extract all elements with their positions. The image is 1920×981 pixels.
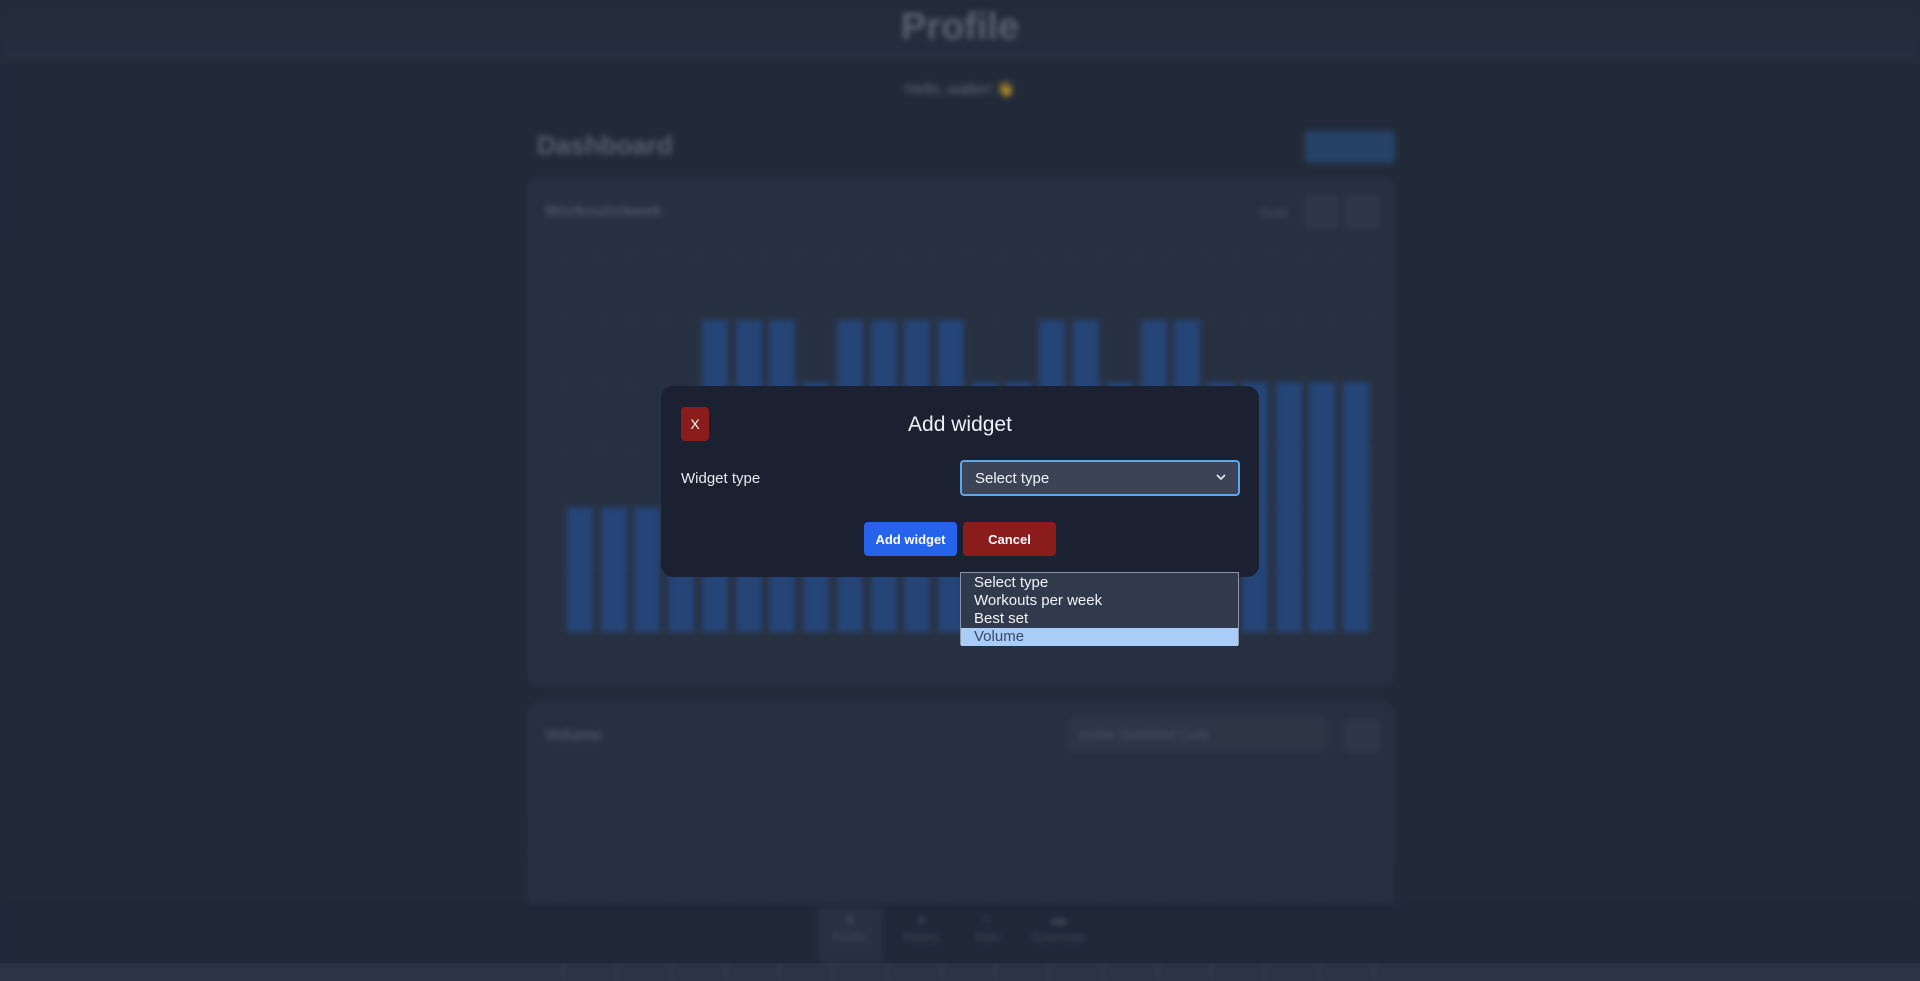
add-widget-modal: X Add widget Widget type Select type Add…	[661, 386, 1259, 577]
widget-type-options: Select type Workouts per week Best set V…	[960, 572, 1239, 646]
option-workouts-per-week[interactable]: Workouts per week	[961, 592, 1238, 610]
cancel-button[interactable]: Cancel	[963, 522, 1056, 556]
option-volume[interactable]: Volume	[961, 628, 1238, 646]
widget-type-label: Widget type	[681, 470, 761, 487]
option-best-set[interactable]: Best set	[961, 610, 1238, 628]
option-select-type[interactable]: Select type	[961, 574, 1238, 592]
chevron-down-icon	[1216, 474, 1226, 481]
modal-title: Add widget	[908, 413, 1012, 436]
widget-type-select-value: Select type	[975, 469, 1050, 487]
add-widget-button[interactable]: Add widget	[864, 522, 957, 556]
widget-type-select[interactable]: Select type	[960, 460, 1240, 496]
